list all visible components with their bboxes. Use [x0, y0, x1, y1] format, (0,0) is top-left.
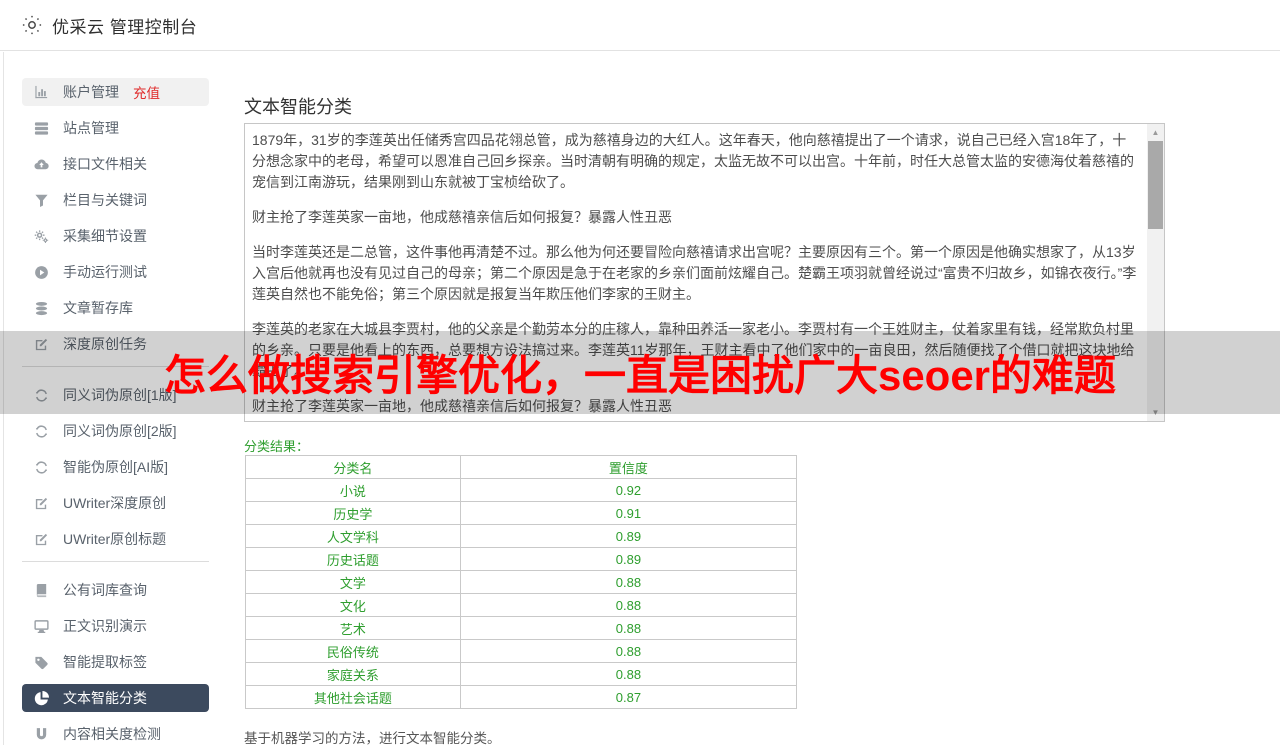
sidebar-item-label: 内容相关度检测 [63, 724, 161, 744]
tag-icon [34, 654, 50, 670]
table-cell: 文学 [246, 571, 461, 594]
gears-icon [34, 228, 50, 244]
table-row: 民俗传统0.88 [246, 640, 797, 663]
sidebar-item[interactable]: 同义词伪原创[2版] [22, 417, 209, 445]
table-cell: 人文学科 [246, 525, 461, 548]
sidebar-item[interactable]: 栏目与关键词 [22, 186, 209, 214]
sidebar-item[interactable]: 智能伪原创[AI版] [22, 453, 209, 481]
sidebar-item-label: 接口文件相关 [63, 154, 147, 174]
table-row: 艺术0.88 [246, 617, 797, 640]
bar-chart-icon [34, 84, 50, 100]
watermark-text: 怎么做搜索引擎优化，一直是困扰广大seoer的难题 [164, 342, 1116, 403]
table-row: 小说0.92 [246, 479, 797, 502]
result-label: 分类结果： [244, 436, 309, 455]
server-icon [34, 120, 50, 136]
sidebar: 账户管理充值站点管理接口文件相关栏目与关键词采集细节设置手动运行测试文章暂存库深… [22, 78, 209, 756]
sidebar-item-label: 账户管理 [63, 82, 119, 102]
text-paragraph: 财主抢了李莲英家一亩地，他成慈禧亲信后如何报复？暴露人性丑恶 [252, 207, 1139, 228]
sidebar-item-label: 智能伪原创[AI版] [63, 457, 168, 477]
table-cell: 0.89 [460, 525, 796, 548]
table-cell: 0.91 [460, 502, 796, 525]
sidebar-item-label: 正文识别演示 [63, 616, 147, 636]
table-row: 历史学0.91 [246, 502, 797, 525]
app-title: 优采云 管理控制台 [52, 13, 197, 38]
table-cell: 文化 [246, 594, 461, 617]
table-cell: 民俗传统 [246, 640, 461, 663]
table-cell: 历史话题 [246, 548, 461, 571]
sidebar-item-label: 智能提取标签 [63, 652, 147, 672]
sidebar-item-label: 栏目与关键词 [63, 190, 147, 210]
table-row: 文化0.88 [246, 594, 797, 617]
footer-note: 基于机器学习的方法，进行文本智能分类。 [244, 727, 501, 747]
funnel-icon [34, 192, 50, 208]
play-icon [34, 264, 50, 280]
sidebar-item[interactable]: 站点管理 [22, 114, 209, 142]
text-paragraph: 1879年，31岁的李莲英出任储秀宫四品花翎总管，成为慈禧身边的大红人。这年春天… [252, 130, 1139, 193]
table-row: 历史话题0.89 [246, 548, 797, 571]
table-cell: 0.88 [460, 617, 796, 640]
table-cell: 0.88 [460, 594, 796, 617]
sidebar-item-label: UWriter原创标题 [63, 529, 166, 549]
table-header-row: 分类名置信度 [246, 456, 797, 479]
sidebar-item[interactable]: 采集细节设置 [22, 222, 209, 250]
table-row: 人文学科0.89 [246, 525, 797, 548]
recharge-badge[interactable]: 充值 [133, 82, 160, 102]
page-title: 文本智能分类 [244, 93, 352, 119]
sidebar-item-label: 文本智能分类 [63, 688, 147, 708]
table-header-cell: 分类名 [246, 456, 461, 479]
table-cell: 其他社会话题 [246, 686, 461, 709]
sidebar-divider [22, 561, 209, 562]
table-row: 家庭关系0.88 [246, 663, 797, 686]
scrollbar-up-icon[interactable]: ▲ [1147, 124, 1164, 141]
app-header: 优采云 管理控制台 [0, 0, 1280, 51]
sidebar-item[interactable]: 文章暂存库 [22, 294, 209, 322]
edit-icon [34, 495, 50, 511]
table-cell: 0.89 [460, 548, 796, 571]
sidebar-item[interactable]: 智能提取标签 [22, 648, 209, 676]
classification-table: 分类名置信度小说0.92历史学0.91人文学科0.89历史话题0.89文学0.8… [245, 455, 797, 709]
database-icon [34, 300, 50, 316]
sidebar-item[interactable]: UWriter深度原创 [22, 489, 209, 517]
table-cell: 艺术 [246, 617, 461, 640]
table-cell: 小说 [246, 479, 461, 502]
gear-icon [22, 15, 42, 35]
refresh-icon [34, 423, 50, 439]
sidebar-item[interactable]: 账户管理充值 [22, 78, 209, 106]
monitor-icon [34, 618, 50, 634]
table-row: 其他社会话题0.87 [246, 686, 797, 709]
cloud-upload-icon [34, 156, 50, 172]
book-icon [34, 582, 50, 598]
sidebar-item-label: 手动运行测试 [63, 262, 147, 282]
text-paragraph: 当时李莲英还是二总管，这件事他再清楚不过。那么他为何还要冒险向慈禧请求出宫呢？主… [252, 242, 1139, 305]
sidebar-item-label: 采集细节设置 [63, 226, 147, 246]
pie-chart-icon [34, 690, 50, 706]
watermark-overlay: 怎么做搜索引擎优化，一直是困扰广大seoer的难题 [0, 331, 1280, 414]
classification-table-body: 分类名置信度小说0.92历史学0.91人文学科0.89历史话题0.89文学0.8… [246, 456, 797, 709]
table-cell: 0.88 [460, 640, 796, 663]
sidebar-item[interactable]: 文本智能分类 [22, 684, 209, 712]
scrollbar-thumb[interactable] [1148, 141, 1163, 229]
sidebar-item[interactable]: 内容相关度检测 [22, 720, 209, 748]
refresh-icon [34, 459, 50, 475]
sidebar-item-label: UWriter深度原创 [63, 493, 166, 513]
sidebar-item[interactable]: 接口文件相关 [22, 150, 209, 178]
sidebar-item-label: 站点管理 [63, 118, 119, 138]
table-cell: 0.88 [460, 663, 796, 686]
table-cell: 历史学 [246, 502, 461, 525]
sidebar-item-label: 同义词伪原创[2版] [63, 421, 177, 441]
table-cell: 0.92 [460, 479, 796, 502]
magnet-icon [34, 726, 50, 742]
table-cell: 0.87 [460, 686, 796, 709]
table-row: 文学0.88 [246, 571, 797, 594]
sidebar-item-label: 公有词库查询 [63, 580, 147, 600]
sidebar-item[interactable]: UWriter原创标题 [22, 525, 209, 553]
edit-icon [34, 531, 50, 547]
sidebar-item[interactable]: 正文识别演示 [22, 612, 209, 640]
sidebar-item[interactable]: 手动运行测试 [22, 258, 209, 286]
sidebar-item-label: 文章暂存库 [63, 298, 133, 318]
table-header-cell: 置信度 [460, 456, 796, 479]
sidebar-item[interactable]: 公有词库查询 [22, 576, 209, 604]
table-cell: 家庭关系 [246, 663, 461, 686]
table-cell: 0.88 [460, 571, 796, 594]
